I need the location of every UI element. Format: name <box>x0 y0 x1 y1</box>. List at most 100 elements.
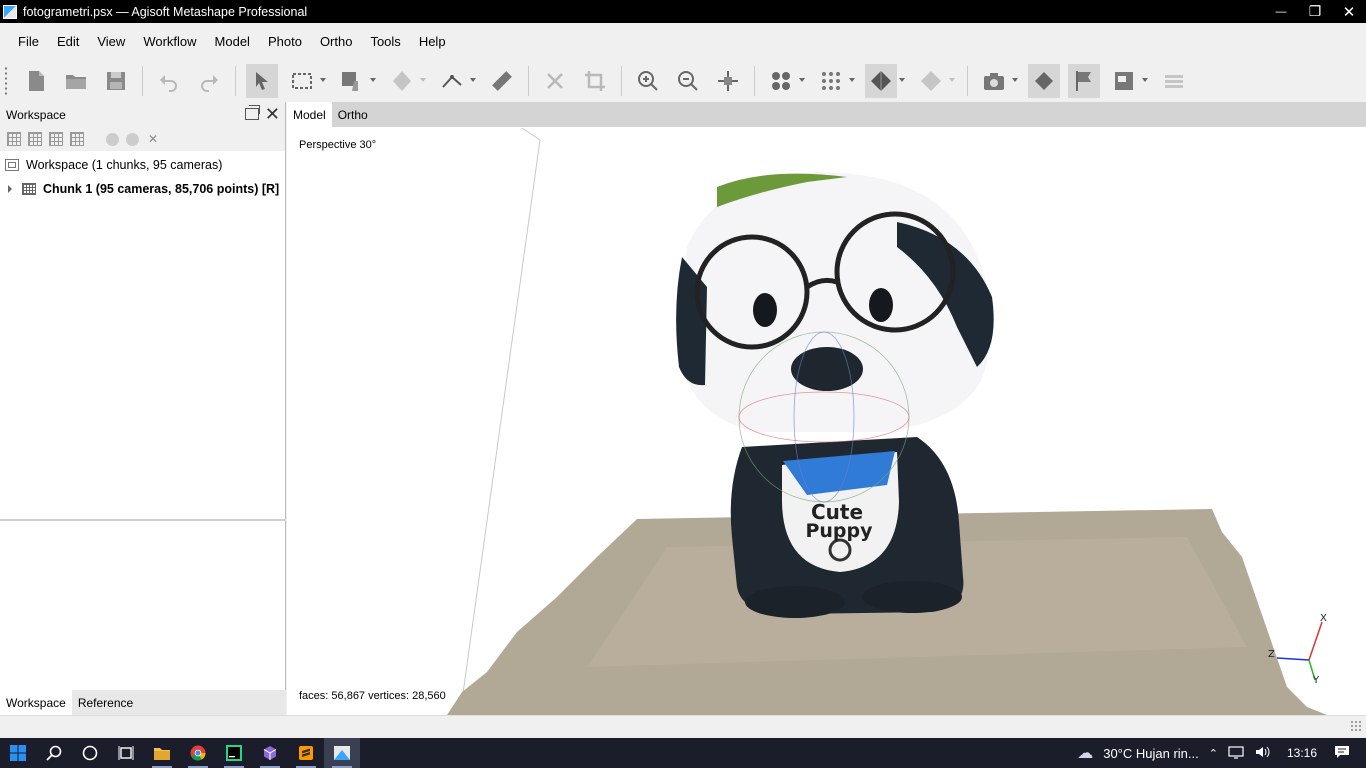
cortana-icon[interactable] <box>72 738 108 768</box>
show-images-icon[interactable] <box>1108 64 1148 98</box>
save-icon[interactable] <box>100 64 132 98</box>
tab-reference[interactable]: Reference <box>72 690 139 715</box>
chevron-up-icon[interactable]: ⌃ <box>1209 747 1218 760</box>
tree-item-workspace[interactable]: Workspace (1 chunks, 95 cameras) <box>0 153 285 177</box>
workspace-tree: Workspace (1 chunks, 95 cameras) Chunk 1… <box>0 151 285 201</box>
file-explorer-icon[interactable] <box>144 738 180 768</box>
menu-edit[interactable]: Edit <box>48 34 88 49</box>
undock-icon[interactable] <box>245 105 260 120</box>
windows-taskbar: ☁ 30°C Hujan rin... ⌃ 13:16 <box>0 738 1366 768</box>
projection-label: Perspective 30° <box>299 139 377 151</box>
redo-icon[interactable] <box>193 64 225 98</box>
panel-splitter[interactable] <box>0 519 286 521</box>
paint-select-icon[interactable] <box>336 64 376 98</box>
workspace-panel-title: Workspace <box>6 107 66 122</box>
axis-x-label: X <box>1320 613 1327 624</box>
menu-photo[interactable]: Photo <box>259 34 311 49</box>
toolbar-separator <box>142 65 143 96</box>
viewport-tabs: Model Ortho <box>287 102 1366 127</box>
model-viewport[interactable]: Cute Puppy X Z Y Perspective 30° faces: … <box>287 127 1366 715</box>
metashape-taskbar-icon[interactable] <box>324 738 360 768</box>
show-cameras-icon[interactable] <box>765 64 805 98</box>
crop-icon[interactable] <box>579 64 611 98</box>
show-markers-icon[interactable] <box>1068 63 1100 98</box>
show-shapes-icon[interactable] <box>1028 63 1060 98</box>
windows-start-icon[interactable] <box>0 738 36 768</box>
restore-button[interactable]: ❐ <box>1298 0 1332 23</box>
show-tiled-icon[interactable] <box>915 64 955 98</box>
add-photos-icon[interactable] <box>28 132 42 146</box>
new-document-icon[interactable] <box>20 64 52 98</box>
title-bar: fotogrametri.psx — Agisoft Metashape Pro… <box>0 0 1366 23</box>
close-button[interactable]: ✕ <box>1332 0 1366 23</box>
menu-bar: File Edit View Workflow Model Photo Orth… <box>0 23 1366 59</box>
toolbar-separator <box>967 65 968 96</box>
toolbar-separator <box>528 65 529 96</box>
system-tray: ☁ 30°C Hujan rin... ⌃ 13:16 <box>1072 738 1366 768</box>
toolbar-separator <box>235 65 236 96</box>
pycharm-icon[interactable] <box>216 738 252 768</box>
minimize-button[interactable]: — <box>1264 0 1298 23</box>
search-icon[interactable] <box>36 738 72 768</box>
workspace-panel-header: Workspace ✕ <box>0 102 285 127</box>
tab-ortho[interactable]: Ortho <box>332 102 374 127</box>
enable-icon[interactable] <box>106 132 119 146</box>
main-toolbar <box>0 59 1366 102</box>
toolbar-separator <box>621 65 622 96</box>
add-folder-icon[interactable] <box>49 132 63 146</box>
expand-arrow-icon[interactable] <box>8 185 12 193</box>
network-icon[interactable] <box>1228 745 1244 762</box>
3d-app-icon[interactable] <box>252 738 288 768</box>
tab-workspace[interactable]: Workspace <box>0 690 72 715</box>
notification-center-icon[interactable] <box>1334 744 1350 763</box>
left-panel-tabs: Workspace Reference <box>0 690 286 715</box>
add-marker-icon[interactable] <box>70 132 84 146</box>
workspace-panel: Workspace ✕ ✕ Workspace (1 chunks, 95 ca… <box>0 102 286 715</box>
chunk-icon <box>22 183 36 195</box>
open-folder-icon[interactable] <box>60 64 92 98</box>
tab-model[interactable]: Model <box>287 102 332 127</box>
show-points-icon[interactable] <box>815 64 855 98</box>
close-panel-icon[interactable]: ✕ <box>265 104 280 124</box>
disable-icon[interactable] <box>126 132 139 146</box>
camera-icon[interactable] <box>978 64 1018 98</box>
zoom-out-icon[interactable] <box>672 64 704 98</box>
task-view-icon[interactable] <box>108 738 144 768</box>
weather-text[interactable]: 30°C Hujan rin... <box>1103 746 1199 761</box>
menu-ortho[interactable]: Ortho <box>311 34 362 49</box>
resize-grip-icon[interactable] <box>1350 720 1362 732</box>
reset-view-icon[interactable] <box>712 64 744 98</box>
rectangle-select-icon[interactable] <box>286 64 326 98</box>
ruler-line-icon[interactable] <box>436 64 476 98</box>
show-regions-icon[interactable] <box>1158 64 1190 98</box>
menu-workflow[interactable]: Workflow <box>134 34 205 49</box>
sublime-text-icon[interactable] <box>288 738 324 768</box>
metashape-app-icon <box>3 4 17 19</box>
tree-item-chunk[interactable]: Chunk 1 (95 cameras, 85,706 points) [R] <box>0 177 285 201</box>
show-model-icon[interactable] <box>865 63 905 98</box>
model-render: Cute Puppy X Z Y <box>447 127 1327 715</box>
window-title: fotogrametri.psx — Agisoft Metashape Pro… <box>23 4 308 19</box>
select-cursor-icon[interactable] <box>246 63 278 98</box>
axis-z-label: Z <box>1268 649 1275 660</box>
undo-icon[interactable] <box>153 64 185 98</box>
delete-selection-icon[interactable] <box>539 64 571 98</box>
add-chunk-icon[interactable] <box>7 132 21 146</box>
workspace-root-label: Workspace (1 chunks, 95 cameras) <box>26 158 223 172</box>
menu-help[interactable]: Help <box>410 34 455 49</box>
ruler-icon[interactable] <box>486 64 518 98</box>
volume-icon[interactable] <box>1254 745 1270 762</box>
clock-time[interactable]: 13:16 <box>1287 746 1317 760</box>
menu-file[interactable]: File <box>9 34 48 49</box>
transform-object-icon[interactable] <box>386 64 426 98</box>
zoom-in-icon[interactable] <box>632 64 664 98</box>
model-stats: faces: 56,867 vertices: 28,560 <box>299 690 446 702</box>
weather-cloud-icon[interactable]: ☁ <box>1077 743 1093 763</box>
remove-items-icon[interactable]: ✕ <box>146 132 160 146</box>
menu-model[interactable]: Model <box>206 34 259 49</box>
menu-tools[interactable]: Tools <box>361 34 409 49</box>
chunk-label: Chunk 1 (95 cameras, 85,706 points) [R] <box>43 182 280 196</box>
chrome-icon[interactable] <box>180 738 216 768</box>
toolbar-grip[interactable] <box>4 65 8 96</box>
menu-view[interactable]: View <box>88 34 134 49</box>
